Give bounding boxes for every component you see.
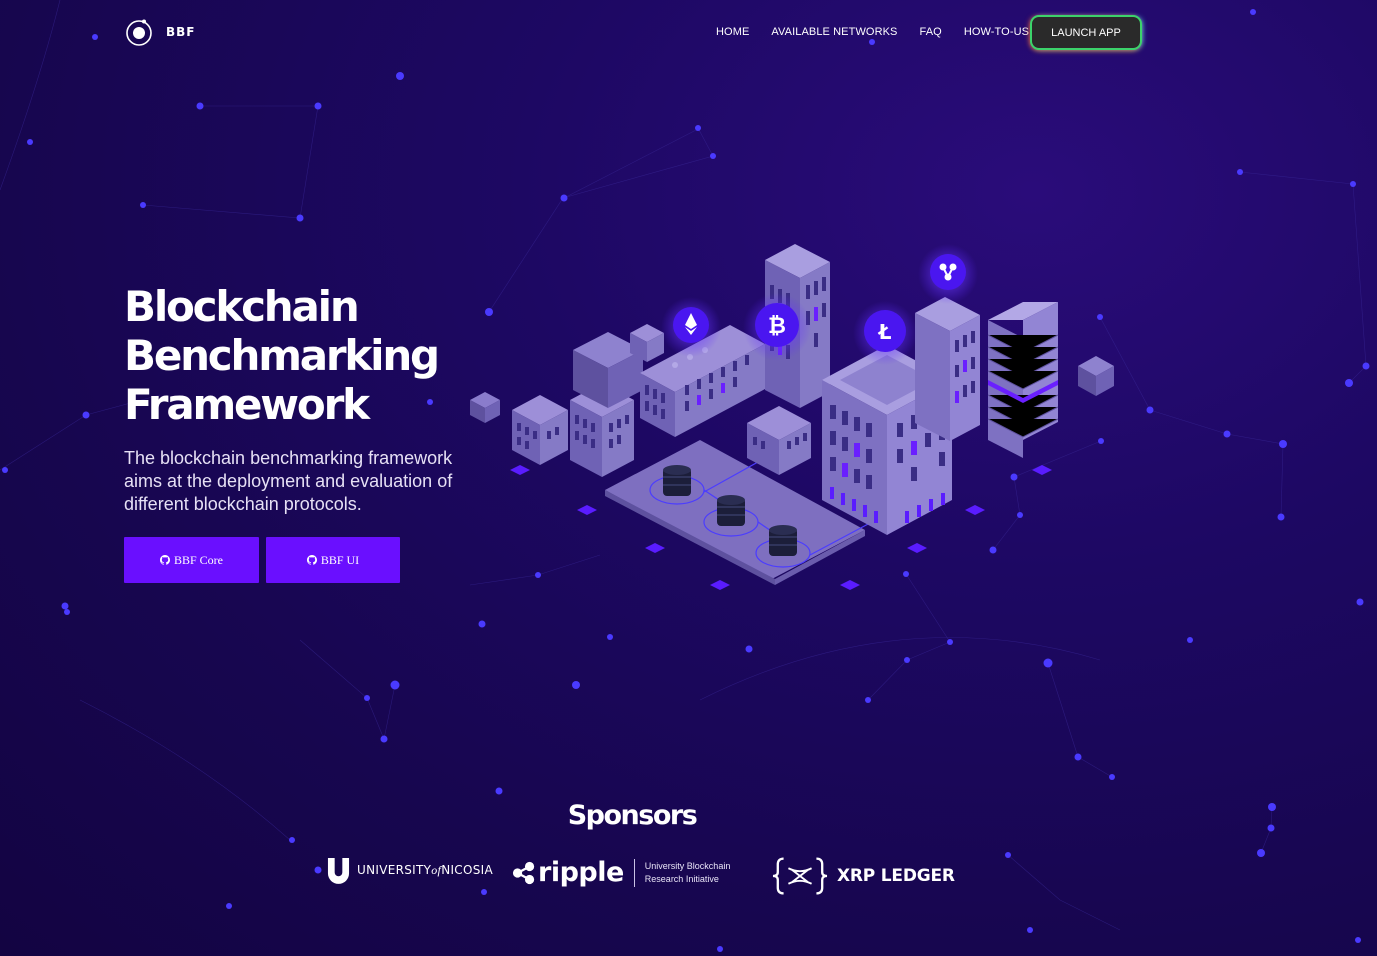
svg-text:Ł: Ł — [878, 320, 892, 344]
xrp-ledger-label: XRP LEDGER — [837, 866, 955, 886]
building — [915, 297, 980, 441]
brand-name: BBF — [166, 25, 196, 39]
sponsor-divider — [633, 859, 635, 887]
database-icon — [663, 465, 691, 496]
brand-logo[interactable]: BBF — [124, 17, 196, 47]
xrp-ledger-icon — [772, 857, 828, 895]
main-menu: HOME AVAILABLE NETWORKS FAQ HOW-TO-USE — [716, 26, 1037, 38]
svg-text:₿: ₿ — [768, 314, 786, 339]
sponsors-title: Sponsors — [567, 800, 698, 831]
building — [747, 406, 811, 475]
blockchain-city-illustration: ₿ Ł — [470, 244, 1059, 590]
ripple-subtitle-line: University Blockchain — [644, 861, 731, 871]
ripple-logo: ripple — [512, 858, 624, 888]
bbf-logo-icon — [126, 19, 152, 46]
building — [987, 302, 1059, 458]
nav-how-to-use[interactable]: HOW-TO-USE — [964, 26, 1037, 38]
nav-available-networks[interactable]: AVAILABLE NETWORKS — [771, 26, 897, 38]
bbf-ui-label: BBF UI — [320, 552, 360, 567]
database-icon — [717, 495, 745, 526]
sponsor-label: UNIVERSITYofNICOSIA — [357, 863, 493, 878]
sponsor-university-of-nicosia[interactable]: UNIVERSITYofNICOSIA — [327, 857, 493, 884]
github-icon — [306, 555, 317, 565]
ripple-wordmark: ripple — [538, 857, 624, 888]
unic-shield-icon — [327, 858, 350, 884]
litecoin-icon: Ł — [853, 301, 917, 365]
hero-title-line: Benchmarking — [124, 331, 440, 380]
ethereum-icon — [661, 297, 721, 357]
ripple-subtitle-line: Research Initiative — [644, 874, 719, 884]
floating-cube — [1078, 356, 1114, 396]
unic-name-italic: of — [431, 863, 442, 877]
ripple-icon — [918, 244, 978, 304]
hero-title: Blockchain Benchmarking Framework — [124, 282, 444, 429]
floating-cube — [470, 392, 500, 423]
ripple-subtitle: University Blockchain Research Initiativ… — [645, 860, 731, 886]
bbf-core-label: BBF Core — [173, 552, 223, 567]
sponsor-ripple-ubri[interactable]: ripple University Blockchain Research In… — [512, 858, 730, 888]
database-icon — [769, 525, 797, 556]
bbf-core-button[interactable]: BBF Core — [124, 537, 259, 583]
top-navbar: BBF HOME AVAILABLE NETWORKS FAQ HOW-TO-U… — [0, 0, 1377, 68]
building — [512, 395, 568, 465]
nav-faq[interactable]: FAQ — [920, 26, 942, 38]
hero-title-line: Framework — [124, 380, 370, 429]
unic-name-part: NICOSIA — [441, 863, 493, 877]
unic-name-part: UNIVERSITY — [357, 863, 432, 877]
github-icon — [159, 555, 170, 565]
nav-home[interactable]: HOME — [716, 26, 749, 38]
ripple-logo-icon — [512, 861, 535, 885]
sponsor-xrp-ledger[interactable]: XRP LEDGER — [772, 856, 955, 896]
hero-title-line: Blockchain — [124, 282, 360, 331]
bbf-ui-button[interactable]: BBF UI — [266, 537, 400, 583]
launch-app-button[interactable]: LAUNCH APP — [1032, 17, 1140, 48]
bitcoin-icon: ₿ — [743, 293, 811, 361]
hero-subtitle: The blockchain benchmarking framework ai… — [124, 448, 453, 514]
